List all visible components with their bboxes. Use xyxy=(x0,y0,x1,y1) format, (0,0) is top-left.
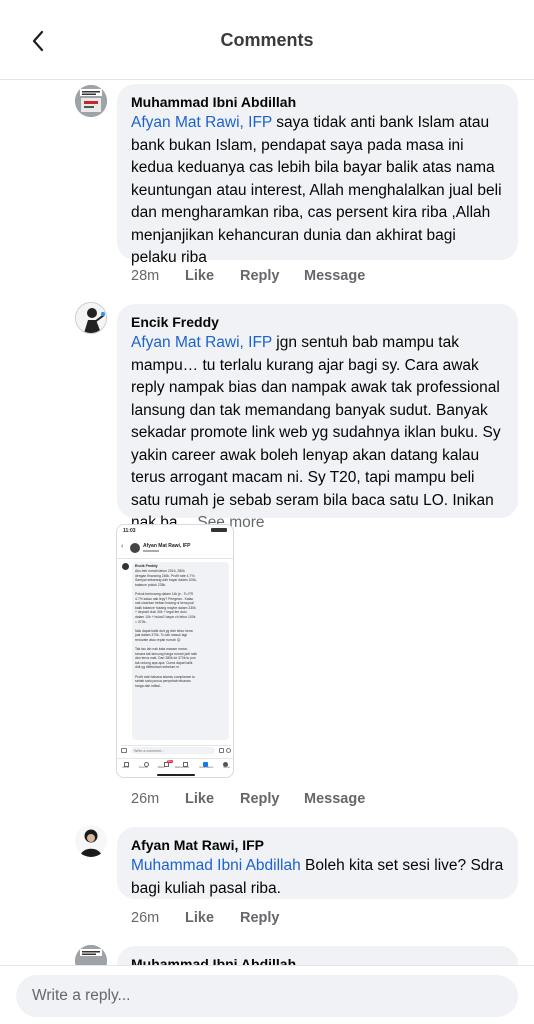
comment-author[interactable]: Encik Freddy xyxy=(131,312,504,332)
like-button[interactable]: Like xyxy=(185,268,240,284)
attached-subtitle xyxy=(143,550,159,552)
avatar[interactable] xyxy=(75,945,107,965)
attached-commenter-avatar xyxy=(122,563,129,570)
comment-text: Muhammad Ibni Abdillah Boleh kita set se… xyxy=(131,855,504,900)
comment-actions: 28m Like Reply Message xyxy=(131,268,365,284)
avatar-image xyxy=(75,85,107,117)
top-bar: Comments xyxy=(0,0,534,80)
attached-page-name: Afyan Mat Rawi, IFP xyxy=(143,543,191,549)
comment-text: Afyan Mat Rawi, IFP jgn sentuh bab mampu… xyxy=(131,332,504,535)
attached-nav-labels: Home Friends Watch Marketplace Notifications… xyxy=(117,766,233,769)
comment-text: Afyan Mat Rawi, IFP saya tidak anti bank… xyxy=(131,112,504,270)
attached-home-indicator xyxy=(157,774,195,776)
comment-bubble[interactable]: Encik Freddy Afyan Mat Rawi, IFP jgn sen… xyxy=(117,304,518,531)
comment-author[interactable]: Afyan Mat Rawi, IFP xyxy=(131,835,504,855)
attached-nav-label: Friends xyxy=(139,766,148,769)
mention-link[interactable]: Afyan Mat Rawi, IFP xyxy=(131,114,272,131)
mention-link[interactable]: Afyan Mat Rawi, IFP xyxy=(131,334,272,351)
attached-write-input: Write a comment... xyxy=(131,747,215,754)
attached-status-icons xyxy=(211,528,227,532)
attached-avatar xyxy=(130,543,140,553)
attached-nav-label: Menu xyxy=(223,766,230,769)
attached-emoji-icon xyxy=(226,748,231,753)
attached-back-icon: ‹ xyxy=(121,543,124,550)
timestamp[interactable]: 26m xyxy=(131,791,185,807)
reply-input[interactable] xyxy=(16,975,518,1017)
comment-bubble[interactable]: Afyan Mat Rawi, IFP Muhammad Ibni Abdill… xyxy=(117,827,518,899)
comment-actions: 26m Like Reply Message xyxy=(131,791,365,807)
comment-list[interactable]: Muhammad Ibni Abdillah Afyan Mat Rawi, I… xyxy=(0,80,534,965)
attached-camera-icon xyxy=(121,748,127,753)
comment-actions: 26m Like Reply xyxy=(131,910,280,926)
attached-notification-badge: 99+ xyxy=(166,760,174,764)
attached-image[interactable]: 11:03 ‹ Afyan Mat Rawi, IFP Encik Freddy… xyxy=(116,524,234,778)
avatar[interactable] xyxy=(75,85,107,117)
avatar-image xyxy=(75,825,107,857)
attached-nav-label: Home xyxy=(122,766,129,769)
like-button[interactable]: Like xyxy=(185,910,240,926)
comment-body: jgn sentuh bab mampu tak mampu… tu terla… xyxy=(131,334,501,531)
message-button[interactable]: Message xyxy=(304,791,365,807)
attached-status-bar: 11:03 xyxy=(123,528,136,534)
page-title: Comments xyxy=(220,30,314,50)
reply-bar xyxy=(0,965,534,1024)
attached-page-header: ‹ Afyan Mat Rawi, IFP xyxy=(117,537,233,559)
comment-author[interactable]: Muhammad Ibni Abdillah xyxy=(131,954,504,965)
timestamp[interactable]: 28m xyxy=(131,268,185,284)
comment-author[interactable]: Muhammad Ibni Abdillah xyxy=(131,92,504,112)
comment-body: saya tidak anti bank Islam atau bank buk… xyxy=(131,114,502,266)
like-button[interactable]: Like xyxy=(185,791,240,807)
reply-button[interactable]: Reply xyxy=(240,791,304,807)
reply-button[interactable]: Reply xyxy=(240,910,280,926)
mention-link[interactable]: Muhammad Ibni Abdillah xyxy=(131,857,301,874)
attached-nav-label: Watch xyxy=(157,766,165,769)
attached-write-bar: Write a comment... xyxy=(121,745,231,755)
attached-comment-lines: Aku beli rumah tahun 2016, 280k dengan fi… xyxy=(135,569,226,688)
attached-comment-box: Encik Freddy Aku beli rumah tahun 2016, … xyxy=(132,562,229,740)
avatar-image xyxy=(75,945,107,965)
avatar-image xyxy=(76,303,106,333)
comment-bubble[interactable]: Muhammad Ibni Abdillah Afyan Mat Rawi, I… xyxy=(117,84,518,266)
attached-nav-label: Notifications xyxy=(199,766,214,769)
attached-nav-label: Marketplace xyxy=(175,766,190,769)
attached-gif-icon xyxy=(219,748,224,753)
message-button[interactable]: Message xyxy=(304,268,365,284)
comment-bubble[interactable]: Muhammad Ibni Abdillah xyxy=(117,946,518,965)
attached-comment-line: harga dan inflasi.. xyxy=(135,683,162,688)
avatar[interactable] xyxy=(75,302,107,334)
timestamp[interactable]: 26m xyxy=(131,910,185,926)
reply-button[interactable]: Reply xyxy=(240,268,304,284)
avatar[interactable] xyxy=(75,825,107,857)
